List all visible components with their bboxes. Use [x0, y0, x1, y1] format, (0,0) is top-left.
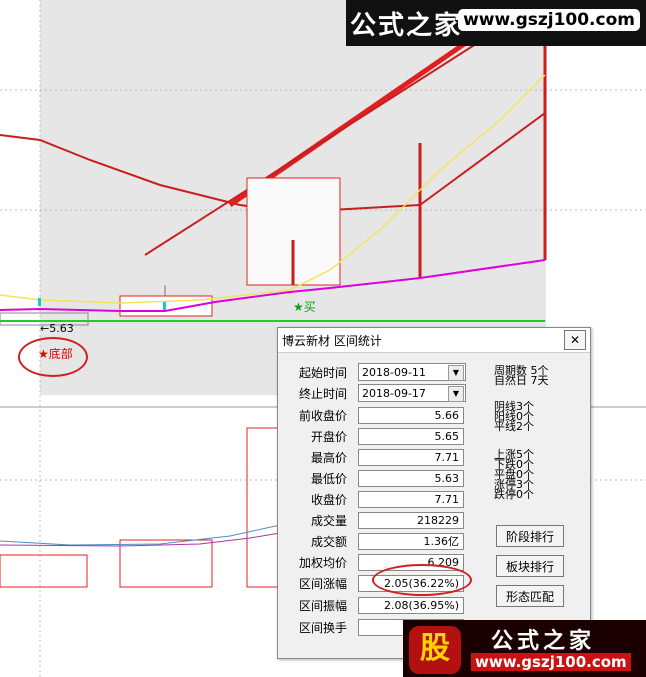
volume-bar-2: [119, 539, 213, 588]
watermark-bottom-url: www.gszj100.com: [471, 653, 631, 671]
stat-row: 最高价 7.71: [278, 447, 464, 467]
watermark-bottom: 股 公式之家 www.gszj100.com: [403, 620, 646, 677]
bull-logo-icon: 股: [409, 626, 461, 674]
bottom-signal-label: ★底部: [38, 347, 73, 361]
watermark-bottom-brand: 公式之家: [491, 629, 596, 654]
stat-row: 区间振幅 2.08(36.95%): [278, 595, 464, 615]
stat-row: 成交额 1.36亿: [278, 531, 464, 551]
stat-value: 218229: [358, 511, 464, 529]
stat-row: 最低价 5.63: [278, 468, 464, 488]
end-time-row: 终止时间 2018-09-17 ▼: [278, 383, 466, 403]
watermark-top: 公式之家 www.gszj100.com: [346, 0, 646, 46]
dropdown-arrow-icon[interactable]: ▼: [448, 386, 464, 402]
close-button[interactable]: ✕: [564, 330, 586, 350]
end-date-picker[interactable]: 2018-09-17 ▼: [358, 384, 466, 402]
stat-value: 5.66: [358, 406, 464, 424]
move-counts: 上涨5个 下跌0个 平盘0个 涨停3个 跌停0个: [494, 448, 534, 501]
stat-row: 前收盘价 5.66: [278, 405, 464, 425]
dropdown-arrow-icon[interactable]: ▼: [448, 365, 464, 381]
sector-rank-button[interactable]: 板块排行: [496, 555, 564, 577]
volume-bar-3: [246, 427, 281, 588]
watermark-brand: 公式之家: [350, 10, 463, 41]
stat-value: 5.65: [358, 427, 464, 445]
start-time-row: 起始时间 2018-09-11 ▼: [278, 362, 466, 382]
stat-value: 7.71: [358, 448, 464, 466]
stat-value: 5.63: [358, 469, 464, 487]
stat-row: 成交量 218229: [278, 510, 464, 530]
stat-row: 区间涨幅 2.05(36.22%): [278, 573, 464, 593]
candle-counts: 阴线3个 阳线0个 平线2个: [494, 400, 534, 433]
stage-rank-button[interactable]: 阶段排行: [496, 525, 564, 547]
stat-row: 收盘价 7.71: [278, 489, 464, 509]
volume-ma-blue: [0, 524, 281, 546]
stat-value: 1.36亿: [358, 532, 464, 550]
dialog-title: 博云新材 区间统计: [282, 333, 382, 348]
buy-signal-label: ★买: [293, 300, 316, 314]
volume-bar-1: [0, 554, 88, 588]
stat-value: 7.71: [358, 490, 464, 508]
start-time-label: 起始时间: [298, 365, 347, 380]
watermark-url: www.gszj100.com: [458, 9, 640, 31]
stat-row: 区间换手: [278, 617, 464, 637]
annotation-ellipse-range: [372, 564, 472, 596]
dialog-titlebar[interactable]: 博云新材 区间统计 ✕: [278, 328, 590, 353]
period-info: 周期数 5个 自然日 7天: [494, 364, 549, 387]
end-time-label: 终止时间: [298, 386, 347, 401]
pattern-match-button[interactable]: 形态匹配: [496, 585, 564, 607]
range-stats-dialog: 博云新材 区间统计 ✕ 起始时间 2018-09-11 ▼ 终止时间 2018-0…: [277, 327, 591, 659]
low-price-label: ←5.63: [40, 322, 74, 335]
stat-row: 开盘价 5.65: [278, 426, 464, 446]
start-date-picker[interactable]: 2018-09-11 ▼: [358, 363, 466, 381]
stat-value: 2.08(36.95%): [358, 596, 464, 614]
stat-row: 加权均价 6.209: [278, 552, 464, 572]
